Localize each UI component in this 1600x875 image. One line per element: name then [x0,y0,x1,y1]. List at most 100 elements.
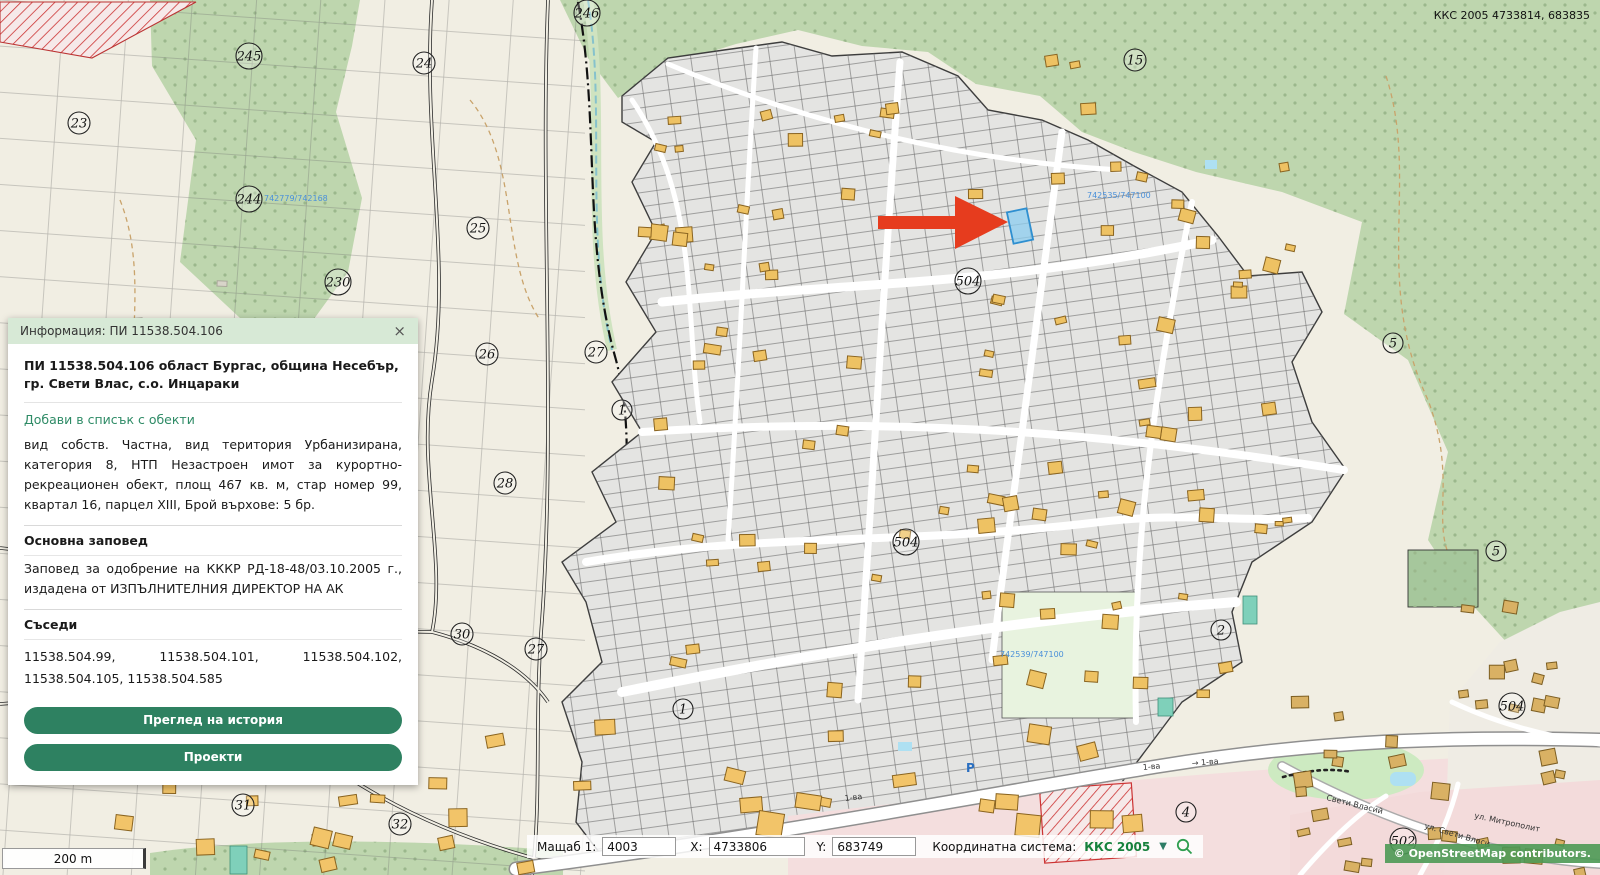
osm-attribution[interactable]: © OpenStreetMap contributors. [1385,844,1600,863]
building [1085,671,1099,682]
building [1196,236,1210,248]
building [429,778,447,789]
building [1027,724,1052,745]
map-parcel-number: 5 [1486,541,1506,561]
x-input[interactable] [709,837,805,856]
building [1102,614,1119,629]
svg-text:15: 15 [1127,54,1144,69]
building [1111,162,1122,172]
building [834,114,844,122]
info-panel-body: ПИ 11538.504.106 област Бургас, община Н… [8,344,418,785]
scale-input[interactable] [602,837,676,856]
building [1344,861,1360,873]
building [1090,811,1113,829]
building [163,784,176,794]
building [1458,690,1468,698]
parcel-description: вид собств. Частна, вид територия Урбани… [24,432,402,524]
close-icon[interactable]: × [393,324,406,339]
svg-text:504: 504 [1500,700,1525,715]
building [672,232,688,247]
building [1101,226,1113,236]
parcel-title: ПИ 11538.504.106 област Бургас, община Н… [24,346,402,403]
building [1199,508,1214,523]
building [1489,665,1504,679]
cursor-coordinates: ККС 2005 4733814, 683835 [1434,9,1590,22]
building [114,815,133,831]
building [1285,244,1295,252]
building [1160,427,1177,442]
building [1291,696,1308,708]
building [908,676,921,688]
y-input[interactable] [832,837,916,856]
building [1138,378,1156,389]
building [753,350,767,362]
building [310,827,332,849]
building [1133,677,1148,689]
building [1032,508,1047,521]
chevron-down-icon[interactable]: ▼ [1159,841,1167,852]
building [1239,270,1251,279]
svg-text:27: 27 [527,643,545,658]
building [1324,750,1337,758]
building [1431,782,1450,800]
order-text: Заповед за одобрение на КККР РД-18-48/03… [24,556,402,608]
building [1461,605,1474,613]
map-parcel-number: 27 [585,341,607,363]
svg-text:26: 26 [478,348,496,363]
building [1475,700,1488,709]
status-bar: Мащаб 1: X: Y: Координатна система: ККС … [527,835,1203,858]
svg-text:1: 1 [679,703,687,718]
svg-text:504: 504 [956,275,981,290]
building [573,781,590,790]
building [638,227,651,237]
map-parcel-number: 15 [1124,49,1146,71]
building [1156,317,1175,334]
building [1293,771,1313,789]
map-parcel-number: 23 [68,112,90,134]
svg-text:32: 32 [392,818,409,833]
map-parcel-number: 1 [673,699,693,719]
map-parcel-number: 504 [955,268,981,294]
building [968,189,982,198]
search-icon[interactable] [1176,838,1193,855]
crs-value[interactable]: ККС 2005 [1084,840,1150,854]
building [693,361,705,369]
map-parcel-number: 245 [236,43,262,69]
building [654,418,668,431]
map-parcel-number: 4 [1176,802,1196,822]
building [841,188,855,200]
building [1015,813,1041,837]
building [1002,496,1018,512]
building [716,327,728,337]
add-to-list-link[interactable]: Добави в списък с обекти [24,403,402,432]
svg-text:246: 246 [574,7,600,22]
building [982,591,991,599]
scale-bar-label: 200 m [54,852,92,866]
building [1048,461,1063,474]
building [196,839,215,855]
building [1040,609,1055,620]
building [1112,601,1122,610]
street-label: 1-ва [1142,761,1160,772]
building [805,543,817,553]
projects-button[interactable]: Проекти [24,744,402,771]
building [703,343,721,355]
svg-text:28: 28 [496,477,514,492]
building [1263,257,1281,274]
building [668,116,681,124]
svg-text:31: 31 [235,799,252,814]
building [706,559,718,566]
map-parcel-number: 25 [467,217,489,239]
svg-text:1: 1 [618,404,626,419]
building [1541,771,1556,785]
building [765,270,778,280]
history-button[interactable]: Преглед на история [24,707,402,734]
section-order-title: Основна заповед [24,525,402,556]
building [675,145,684,152]
building [967,465,979,473]
building [795,793,822,811]
x-label: X: [690,840,702,854]
building [1539,748,1557,766]
building [1117,499,1135,517]
y-label: Y: [817,840,827,854]
